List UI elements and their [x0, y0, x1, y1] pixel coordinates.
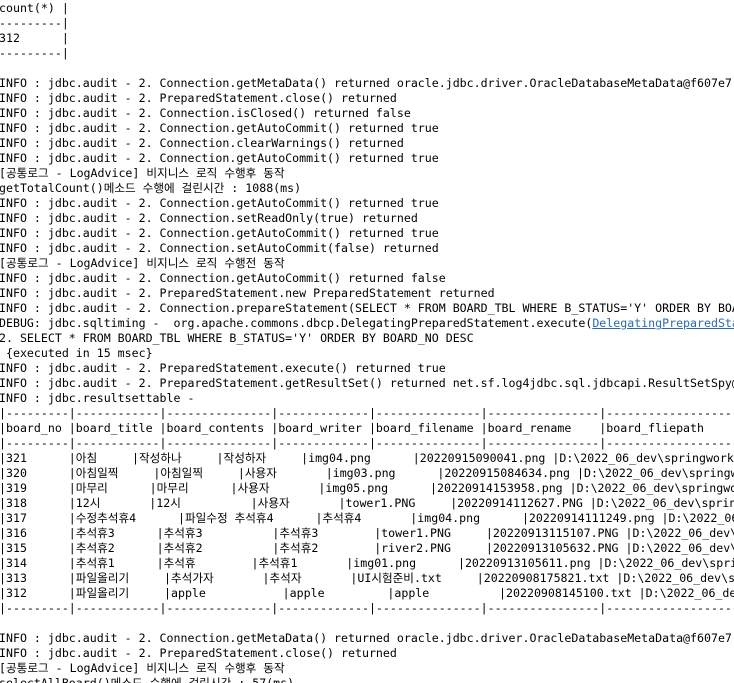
console-line: INFO : jdbc.audit - 2. PreparedStatement… [0, 361, 734, 376]
console-line: |312 |파일올리기 |apple |apple |apple |202209… [0, 586, 734, 601]
console-line: |317 |수정추석휴4 |파일수정 추석휴4 |추석휴4 |img04.png… [0, 511, 734, 526]
console-line-text: INFO : jdbc.resultsettable - [0, 391, 195, 405]
console-line: INFO : jdbc.audit - 2. Connection.setRea… [0, 211, 734, 226]
console-line-text: getTotalCount()메소드 수행에 걸린시간 : 1088(ms) [0, 181, 302, 195]
console-line-text: INFO : jdbc.audit - 2. PreparedStatement… [0, 91, 397, 105]
console-line-text: INFO : jdbc.audit - 2. PreparedStatement… [0, 361, 446, 375]
console-line: INFO : jdbc.audit - 2. Connection.prepar… [0, 301, 734, 316]
console-line: |318 |12시 |12시 |사용자 |tower1.PNG |2022091… [0, 496, 734, 511]
console-line: INFO : jdbc.audit - 2. PreparedStatement… [0, 646, 734, 661]
console-line-text: INFO : jdbc.audit - 2. Connection.getMet… [0, 76, 732, 90]
console-line: |314 |추석휴1 |추석휴 |추석휴1 |img01.png |202209… [0, 556, 734, 571]
console-line: INFO : jdbc.audit - 2. Connection.clearW… [0, 136, 734, 151]
console-line: |320 |아침일찍 |아침일찍 |사용자 |img03.png |202209… [0, 466, 734, 481]
console-line-text: |315 |추석휴2 |추석휴2 |추석휴2 |river2.PNG |2022… [0, 541, 734, 555]
console-line: INFO : jdbc.audit - 2. PreparedStatement… [0, 286, 734, 301]
console-line: INFO : jdbc.audit - 2. PreparedStatement… [0, 91, 734, 106]
console-line: ---------| [0, 46, 734, 61]
console-line-text: {executed in 15 msec} [0, 346, 153, 360]
console-line-text: DEBUG: jdbc.sqltiming - org.apache.commo… [0, 316, 593, 330]
console-line-text: INFO : jdbc.audit - 2. PreparedStatement… [0, 646, 397, 660]
console-line: selectAllBoard()메소드 수행에 걸린시간 : 57(ms) [0, 676, 734, 683]
console-line: INFO : jdbc.audit - 2. Connection.setAut… [0, 241, 734, 256]
console-line-text: INFO : jdbc.audit - 2. Connection.isClos… [0, 106, 411, 120]
console-line-text: ---------| [0, 46, 69, 60]
console-line: [공통로그 - LogAdvice] 비지니스 로직 수행후 동작 [0, 166, 734, 181]
console-line-text: INFO : jdbc.audit - 2. Connection.clearW… [0, 136, 404, 150]
console-line-text: |314 |추석휴1 |추석휴 |추석휴1 |img01.png |202209… [0, 556, 734, 570]
console-line: |316 |추석휴3 |추석휴3 |추석휴3 |tower1.PNG |2022… [0, 526, 734, 541]
console-line: 2. SELECT * FROM BOARD_TBL WHERE B_STATU… [0, 331, 734, 346]
console-line-text: ---------| [0, 16, 69, 30]
console-line: INFO : jdbc.audit - 2. Connection.getAut… [0, 121, 734, 136]
console-line-text: [공통로그 - LogAdvice] 비지니스 로직 수행후 동작 [0, 166, 285, 180]
console-line-text: INFO : jdbc.audit - 2. Connection.setRea… [0, 211, 418, 225]
console-line-text: INFO : jdbc.audit - 2. PreparedStatement… [0, 286, 495, 300]
console-line-text: selectAllBoard()메소드 수행에 걸린시간 : 57(ms) [0, 676, 295, 683]
console-line-text: [공통로그 - LogAdvice] 비지니스 로직 수행후 동작 [0, 661, 285, 675]
console-line: 312 | [0, 31, 734, 46]
console-line: INFO : jdbc.audit - 2. Connection.isClos… [0, 106, 734, 121]
console-line-text: count(*) | [0, 1, 69, 15]
console-line-text: INFO : jdbc.audit - 2. Connection.prepar… [0, 301, 734, 315]
console-output: count(*) | ---------| 312 | ---------| INFO … [0, 0, 734, 683]
console-line: INFO : jdbc.audit - 2. Connection.getMet… [0, 76, 734, 91]
console-line: INFO : jdbc.audit - 2. Connection.getAut… [0, 226, 734, 241]
console-line: INFO : jdbc.audit - 2. Connection.getAut… [0, 196, 734, 211]
console-line: [공통로그 - LogAdvice] 비지니스 로직 수행후 동작 [0, 661, 734, 676]
console-line-text: |---------|------------|---------------|… [0, 436, 734, 450]
console-line-text: 312 | [0, 31, 69, 45]
console-line: |315 |추석휴2 |추석휴2 |추석휴2 |river2.PNG |2022… [0, 541, 734, 556]
console-line: ---------| [0, 16, 734, 31]
source-link[interactable]: DelegatingPreparedStatement.java:172) [592, 316, 734, 330]
console-line: INFO : jdbc.resultsettable - [0, 391, 734, 406]
console-line: INFO : jdbc.audit - 2. Connection.getAut… [0, 151, 734, 166]
console-line-text: |320 |아침일찍 |아침일찍 |사용자 |img03.png |202209… [0, 466, 734, 480]
console-line: |---------|------------|---------------|… [0, 436, 734, 451]
console-line: INFO : jdbc.audit - 2. Connection.getAut… [0, 271, 734, 286]
console-line-text: |313 |파일올리기 |추석가자 |추석자 |UI시험준비.txt |2022… [0, 571, 734, 585]
console-line-text: |312 |파일올리기 |apple |apple |apple |202209… [0, 586, 734, 600]
console-line-text: |---------|------------|---------------|… [0, 601, 734, 615]
console-line: |---------|------------|---------------|… [0, 406, 734, 421]
console-line-text: |321 |아침 |작성하나 |작성하자 |img04.png |2022091… [0, 451, 734, 465]
console-line: INFO : jdbc.audit - 2. Connection.getMet… [0, 631, 734, 646]
console-line-text: INFO : jdbc.audit - 2. Connection.getAut… [0, 271, 446, 285]
console-line-text: INFO : jdbc.audit - 2. Connection.getAut… [0, 226, 439, 240]
console-line-text: INFO : jdbc.audit - 2. Connection.getAut… [0, 151, 439, 165]
console-line-text: 2. SELECT * FROM BOARD_TBL WHERE B_STATU… [0, 331, 474, 345]
console-line: |319 |마무리 |마무리 |사용자 |img05.png |20220914… [0, 481, 734, 496]
console-line-text: INFO : jdbc.audit - 2. Connection.setAut… [0, 241, 439, 255]
console-line-text: |318 |12시 |12시 |사용자 |tower1.PNG |2022091… [0, 496, 734, 510]
console-line: {executed in 15 msec} [0, 346, 734, 361]
console-line-text: INFO : jdbc.audit - 2. PreparedStatement… [0, 376, 734, 390]
console-line: getTotalCount()메소드 수행에 걸린시간 : 1088(ms) [0, 181, 734, 196]
console-line: |321 |아침 |작성하나 |작성하자 |img04.png |2022091… [0, 451, 734, 466]
console-line: DEBUG: jdbc.sqltiming - org.apache.commo… [0, 316, 734, 331]
console-line: |---------|------------|---------------|… [0, 601, 734, 616]
console-line: count(*) | [0, 1, 734, 16]
console-line: INFO : jdbc.audit - 2. PreparedStatement… [0, 376, 734, 391]
console-line: [공통로그 - LogAdvice] 비지니스 로직 수행전 동작 [0, 256, 734, 271]
console-line-text: INFO : jdbc.audit - 2. Connection.getAut… [0, 121, 439, 135]
console-line-text: INFO : jdbc.audit - 2. Connection.getMet… [0, 631, 732, 645]
console-line-text: INFO : jdbc.audit - 2. Connection.getAut… [0, 196, 439, 210]
console-line-text: |317 |수정추석휴4 |파일수정 추석휴4 |추석휴4 |img04.png… [0, 511, 734, 525]
console-line-text: |316 |추석휴3 |추석휴3 |추석휴3 |tower1.PNG |2022… [0, 526, 734, 540]
console-line-text: |319 |마무리 |마무리 |사용자 |img05.png |20220914… [0, 481, 734, 495]
console-line: |313 |파일올리기 |추석가자 |추석자 |UI시험준비.txt |2022… [0, 571, 734, 586]
console-line-text: [공통로그 - LogAdvice] 비지니스 로직 수행전 동작 [0, 256, 285, 270]
console-line: |board_no |board_title |board_contents |… [0, 421, 734, 436]
console-line-text: |---------|------------|---------------|… [0, 406, 734, 420]
console-line-text: |board_no |board_title |board_contents |… [0, 421, 704, 435]
